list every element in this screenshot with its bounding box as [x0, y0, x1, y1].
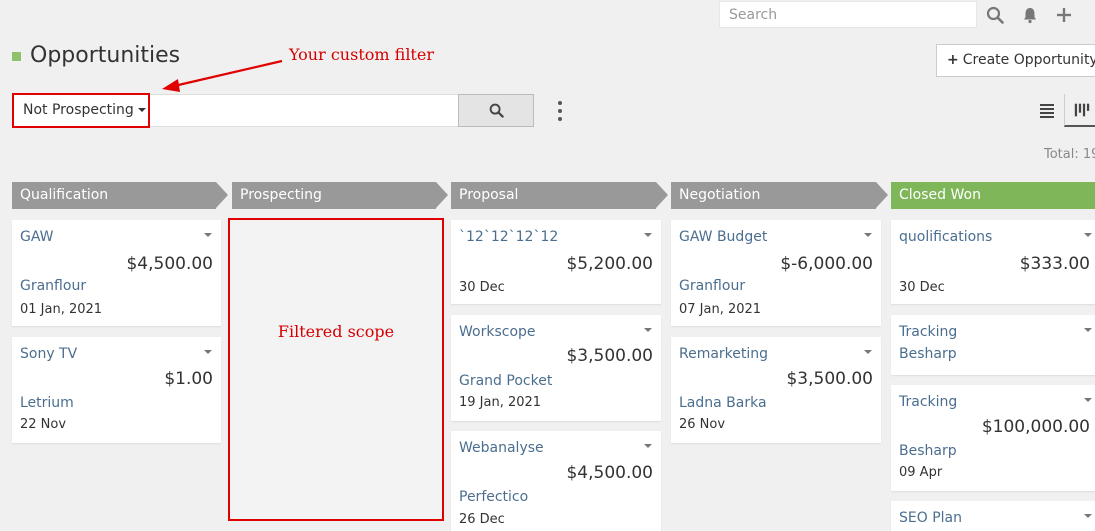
card-date: 26 Nov: [679, 417, 726, 432]
opportunity-card[interactable]: `12`12`12`12 $5,200.00 30 Dec: [451, 220, 661, 304]
card-account-link[interactable]: Grand Pocket: [459, 373, 552, 389]
kanban-view-icon[interactable]: [1064, 94, 1095, 127]
card-name-link[interactable]: Sony TV: [20, 346, 77, 362]
create-opportunity-button[interactable]: + Create Opportunity: [936, 44, 1095, 77]
card-date: 07 Jan, 2021: [679, 302, 762, 317]
title-marker: [12, 52, 21, 61]
card-menu-icon[interactable]: [1084, 233, 1092, 237]
opportunity-card[interactable]: GAW $4,500.00 Granflour 01 Jan, 2021: [12, 220, 221, 326]
filter-selected-label: Not Prospecting: [23, 102, 134, 118]
card-name-link[interactable]: Webanalyse: [459, 440, 544, 456]
card-menu-icon[interactable]: [864, 350, 872, 354]
annotation-arrow-icon: [162, 59, 283, 92]
stage-closed-won: Closed Won: [891, 182, 1095, 209]
card-name-link[interactable]: Workscope: [459, 324, 536, 340]
filter-dropdown-button[interactable]: Not Prospecting: [12, 93, 150, 128]
filtered-scope-label: Filtered scope: [277, 322, 395, 341]
opportunity-card[interactable]: GAW Budget $-6,000.00 Granflour 07 Jan, …: [671, 220, 881, 326]
opportunity-card[interactable]: Webanalyse $4,500.00 Perfectico 26 Dec: [451, 431, 661, 531]
card-name-link[interactable]: SEO Plan: [899, 510, 962, 526]
card-menu-icon[interactable]: [644, 328, 652, 332]
card-name-link[interactable]: Tracking: [899, 324, 957, 340]
filter-text-input[interactable]: [150, 94, 459, 127]
stage-proposal: Proposal: [451, 182, 656, 209]
stage-arrow: [656, 182, 668, 208]
card-amount: $1.00: [164, 369, 213, 389]
card-menu-icon[interactable]: [644, 233, 652, 237]
card-amount: $-6,000.00: [780, 254, 873, 274]
card-name-link[interactable]: Remarketing: [679, 346, 768, 362]
opportunity-card[interactable]: Remarketing $3,500.00 Ladna Barka 26 Nov: [671, 337, 881, 443]
card-account-link[interactable]: Besharp: [899, 443, 957, 459]
opportunity-card[interactable]: Workscope $3,500.00 Grand Pocket 19 Jan,…: [451, 315, 661, 421]
filter-search-button[interactable]: [458, 94, 534, 127]
card-amount: $3,500.00: [566, 346, 653, 366]
card-account-link[interactable]: Perfectico: [459, 489, 528, 505]
card-menu-icon[interactable]: [204, 350, 212, 354]
stage-qualification: Qualification: [12, 182, 216, 209]
card-date: 01 Jan, 2021: [20, 302, 103, 317]
card-amount: $5,200.00: [566, 254, 653, 274]
card-menu-icon[interactable]: [864, 233, 872, 237]
card-amount: $4,500.00: [126, 254, 213, 274]
create-opportunity-label: Create Opportunity: [962, 52, 1095, 68]
card-menu-icon[interactable]: [1084, 514, 1092, 518]
opportunity-card[interactable]: Tracking Besharp: [891, 315, 1095, 375]
card-menu-icon[interactable]: [204, 233, 212, 237]
card-name-link[interactable]: GAW Budget: [679, 229, 767, 245]
card-date: 09 Apr: [899, 465, 943, 480]
card-date: 22 Nov: [20, 417, 67, 432]
card-account-link[interactable]: Granflour: [679, 278, 745, 294]
card-account-link[interactable]: Ladna Barka: [679, 395, 767, 411]
opportunity-card[interactable]: quolifications $333.00 30 Dec: [891, 220, 1095, 304]
search-icon[interactable]: [985, 5, 1005, 25]
opportunity-card[interactable]: SEO Plan: [891, 501, 1095, 531]
more-options-icon[interactable]: [556, 101, 564, 121]
card-account-link[interactable]: Granflour: [20, 278, 86, 294]
filtered-scope-highlight: Filtered scope: [228, 218, 444, 521]
card-name-link[interactable]: quolifications: [899, 229, 992, 245]
plus-icon[interactable]: [1054, 5, 1074, 25]
stage-negotiation: Negotiation: [671, 182, 876, 209]
card-date: 19 Jan, 2021: [459, 395, 542, 410]
stage-arrow: [436, 182, 448, 208]
plus-icon: +: [947, 52, 959, 68]
search-icon: [489, 103, 504, 118]
total-count: Total: 19: [1044, 147, 1095, 162]
custom-filter-annotation: Your custom filter: [289, 45, 434, 64]
card-amount: $333.00: [1019, 254, 1090, 274]
card-menu-icon[interactable]: [644, 444, 652, 448]
card-name-link[interactable]: Tracking: [899, 394, 957, 410]
card-date: 30 Dec: [899, 280, 945, 295]
card-amount: $4,500.00: [566, 463, 653, 483]
opportunity-card[interactable]: Sony TV $1.00 Letrium 22 Nov: [12, 337, 221, 443]
card-menu-icon[interactable]: [1084, 328, 1092, 332]
global-search-input[interactable]: Search: [719, 1, 977, 28]
list-view-icon[interactable]: [1037, 100, 1057, 120]
caret-down-icon: [137, 108, 146, 112]
card-account-link[interactable]: Besharp: [899, 346, 957, 362]
card-date: 30 Dec: [459, 280, 505, 295]
card-name-link[interactable]: `12`12`12`12: [459, 229, 558, 245]
card-account-link[interactable]: Letrium: [20, 395, 74, 411]
card-date: 26 Dec: [459, 512, 505, 527]
card-amount: $3,500.00: [786, 369, 873, 389]
bell-icon[interactable]: [1020, 5, 1040, 25]
card-menu-icon[interactable]: [1084, 398, 1092, 402]
stage-arrow: [216, 182, 228, 208]
stage-prospecting: Prospecting: [232, 182, 436, 209]
stage-arrow: [876, 182, 888, 208]
card-name-link[interactable]: GAW: [20, 229, 54, 245]
card-amount: $100,000.00: [981, 417, 1090, 437]
opportunity-card[interactable]: Tracking $100,000.00 Besharp 09 Apr: [891, 385, 1095, 491]
